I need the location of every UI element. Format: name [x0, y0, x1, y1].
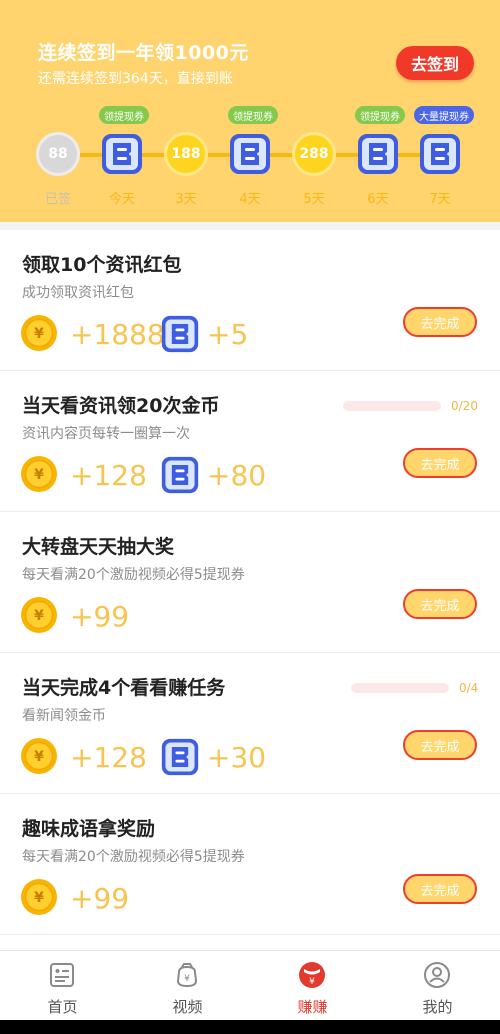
svg-text:¥: ¥	[34, 749, 44, 765]
checkin-button[interactable]: 去签到	[396, 46, 474, 80]
ticket-reward: +80	[207, 459, 267, 492]
gold-coin-icon: ¥	[20, 455, 58, 493]
checkin-day-3: 188 3天	[160, 130, 212, 220]
checkin-day-5: 288 5天	[288, 130, 340, 220]
task-item: 当天看资讯领20次金币 资讯内容页每转一圈算一次 0/20 ¥ +128 +80…	[0, 371, 500, 512]
task-title: 领取10个资讯红包	[22, 254, 182, 276]
checkin-banner: 连续签到一年领1000元 还需连续签到364天，直接到账 去签到 领提现券 领提…	[0, 0, 500, 222]
complete-task-button[interactable]: 去完成	[403, 589, 477, 619]
nav-label: 视频	[172, 998, 203, 1016]
gold-coin-icon: ¥	[20, 596, 58, 634]
svg-text:¥: ¥	[184, 974, 190, 984]
task-progress-text: 0/4	[459, 681, 479, 695]
day-label: 3天	[175, 192, 197, 207]
nav-item-earn[interactable]: ¥ 赚赚	[250, 951, 375, 1021]
nav-label: 赚赚	[297, 998, 328, 1016]
ticket-icon	[228, 132, 272, 176]
coin-icon: 188	[164, 132, 208, 176]
gold-coin-icon: ¥	[20, 737, 58, 775]
banner-subtitle: 还需连续签到364天，直接到账	[38, 71, 233, 87]
profile-icon	[423, 961, 451, 989]
task-progress-bar	[351, 683, 449, 693]
day-6-tag: 领提现券	[355, 106, 405, 124]
svg-text:¥: ¥	[309, 977, 315, 987]
task-progress-bar	[343, 401, 441, 411]
day-label: 6天	[367, 192, 389, 207]
ticket-icon	[160, 314, 200, 354]
task-title: 当天看资讯领20次金币	[22, 395, 220, 417]
bottom-nav: 首页 ¥ 视频 ¥ 赚赚 我的	[0, 950, 500, 1021]
task-item: 趣味成语拿奖励 每天看满20个激励视频必得5提现券 ¥ +99 去完成	[0, 794, 500, 935]
earn-icon: ¥	[298, 961, 326, 989]
svg-text:¥: ¥	[34, 326, 44, 342]
task-title: 大转盘天天抽大奖	[22, 536, 175, 558]
nav-label: 我的	[422, 998, 453, 1016]
day-label: 5天	[303, 192, 325, 207]
task-item: 领取10个资讯红包 成功领取资讯红包 ¥ +1888 +5 去完成	[0, 230, 500, 371]
home-icon	[48, 961, 76, 989]
coin-icon: 288	[292, 132, 336, 176]
nav-label: 首页	[47, 998, 78, 1016]
checkin-day-4: 4天	[224, 130, 276, 220]
ticket-icon	[160, 455, 200, 495]
complete-task-button[interactable]: 去完成	[403, 730, 477, 760]
task-item: 大转盘天天抽大奖 每天看满20个激励视频必得5提现券 ¥ +99 去完成	[0, 512, 500, 653]
task-title: 趣味成语拿奖励	[22, 818, 156, 840]
ticket-icon	[160, 737, 200, 777]
checkin-day-2: 今天	[96, 130, 148, 220]
coin-reward: +1888	[70, 318, 165, 351]
day-label: 7天	[429, 192, 451, 207]
coin-reward: +99	[70, 882, 130, 915]
task-desc: 成功领取资讯红包	[22, 285, 134, 301]
complete-task-button[interactable]: 去完成	[403, 307, 477, 337]
task-list: 领取10个资讯红包 成功领取资讯红包 ¥ +1888 +5 去完成 当天看资讯领…	[0, 230, 500, 950]
ticket-icon	[356, 132, 400, 176]
gold-coin-icon: ¥	[20, 314, 58, 352]
svg-text:¥: ¥	[34, 608, 44, 624]
svg-text:¥: ¥	[34, 467, 44, 483]
task-item: 当天完成4个看看赚任务 看新闻领金币 0/4 ¥ +128 +30 去完成	[0, 653, 500, 794]
day-label: 已签	[44, 192, 71, 207]
coin-reward: +128	[70, 459, 147, 492]
checkin-day-6: 6天	[352, 130, 404, 220]
checkin-day-7: 7天	[414, 130, 466, 220]
task-desc: 每天看满20个激励视频必得5提现券	[22, 567, 245, 583]
nav-item-home[interactable]: 首页	[0, 951, 125, 1021]
ticket-reward: +30	[207, 741, 267, 774]
day-2-tag: 领提现券	[99, 106, 149, 124]
ticket-icon	[100, 132, 144, 176]
day-7-tag: 大量提现券	[414, 106, 474, 124]
system-bar	[0, 1020, 500, 1034]
checkin-day-1: 88 已签	[32, 130, 84, 220]
video-icon: ¥	[173, 961, 201, 989]
ticket-icon	[418, 132, 462, 176]
task-desc: 每天看满20个激励视频必得5提现券	[22, 849, 245, 865]
coin-icon: 88	[36, 132, 80, 176]
ticket-reward: +5	[207, 318, 249, 351]
svg-text:¥: ¥	[34, 890, 44, 906]
gold-coin-icon: ¥	[20, 878, 58, 916]
coin-reward: +99	[70, 600, 130, 633]
task-desc: 资讯内容页每转一圈算一次	[22, 426, 190, 442]
banner-title: 连续签到一年领1000元	[38, 42, 249, 64]
complete-task-button[interactable]: 去完成	[403, 874, 477, 904]
task-title: 当天完成4个看看赚任务	[22, 677, 226, 699]
complete-task-button[interactable]: 去完成	[403, 448, 477, 478]
nav-item-video[interactable]: ¥ 视频	[125, 951, 250, 1021]
nav-item-profile[interactable]: 我的	[375, 951, 500, 1021]
task-progress-text: 0/20	[451, 399, 478, 413]
day-label: 今天	[108, 192, 135, 207]
coin-reward: +128	[70, 741, 147, 774]
day-4-tag: 领提现券	[228, 106, 278, 124]
day-label: 4天	[239, 192, 261, 207]
task-desc: 看新闻领金币	[22, 708, 106, 724]
